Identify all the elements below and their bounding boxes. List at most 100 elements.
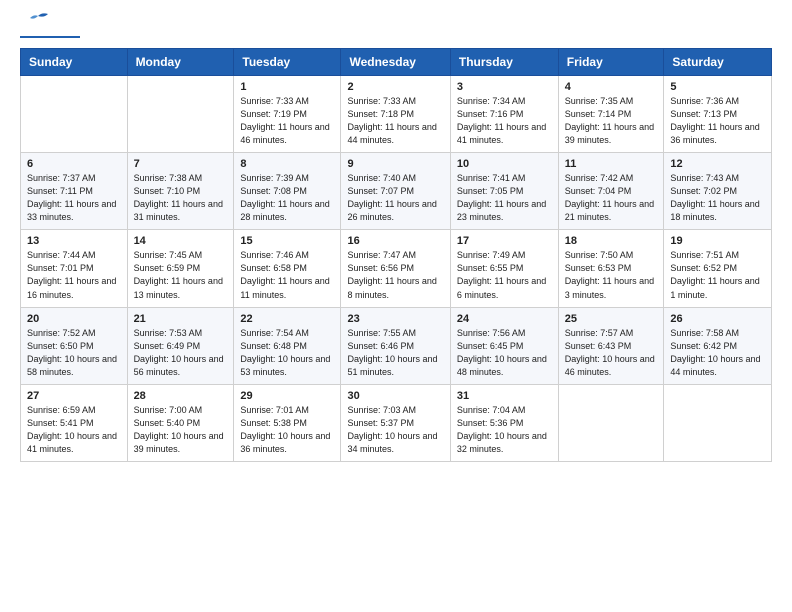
calendar-cell [558,384,664,461]
weekday-header: Saturday [664,49,772,76]
day-number: 8 [240,158,334,170]
day-info: Sunrise: 7:36 AMSunset: 7:13 PMDaylight:… [670,95,765,147]
day-info: Sunrise: 7:46 AMSunset: 6:58 PMDaylight:… [240,249,334,301]
day-info: Sunrise: 7:03 AMSunset: 5:37 PMDaylight:… [347,404,443,456]
calendar-week-row: 20 Sunrise: 7:52 AMSunset: 6:50 PMDayligh… [21,307,772,384]
weekday-header: Tuesday [234,49,341,76]
day-number: 11 [565,158,658,170]
calendar-cell [21,76,128,153]
day-number: 19 [670,235,765,247]
day-info: Sunrise: 7:04 AMSunset: 5:36 PMDaylight:… [457,404,552,456]
weekday-header: Wednesday [341,49,450,76]
calendar-cell: 4 Sunrise: 7:35 AMSunset: 7:14 PMDaylight… [558,76,664,153]
calendar-week-row: 13 Sunrise: 7:44 AMSunset: 7:01 PMDayligh… [21,230,772,307]
day-number: 1 [240,81,334,93]
day-number: 15 [240,235,334,247]
day-info: Sunrise: 7:58 AMSunset: 6:42 PMDaylight:… [670,327,765,379]
calendar-cell: 6Sunrise: 7:37 AMSunset: 7:11 PMDaylight… [21,153,128,230]
weekday-header: Monday [127,49,234,76]
calendar-cell: 10 Sunrise: 7:41 AMSunset: 7:05 PMDayligh… [450,153,558,230]
day-number: 6 [27,158,121,170]
calendar-cell: 17 Sunrise: 7:49 AMSunset: 6:55 PMDayligh… [450,230,558,307]
calendar-cell: 22 Sunrise: 7:54 AMSunset: 6:48 PMDayligh… [234,307,341,384]
calendar-cell: 24Sunrise: 7:56 AMSunset: 6:45 PMDayligh… [450,307,558,384]
calendar-cell: 30 Sunrise: 7:03 AMSunset: 5:37 PMDayligh… [341,384,450,461]
day-info: Sunrise: 7:52 AMSunset: 6:50 PMDaylight:… [27,327,121,379]
calendar-cell: 13 Sunrise: 7:44 AMSunset: 7:01 PMDayligh… [21,230,128,307]
day-info: Sunrise: 7:45 AMSunset: 6:59 PMDaylight:… [134,249,228,301]
day-info: Sunrise: 7:49 AMSunset: 6:55 PMDaylight:… [457,249,552,301]
calendar-cell: 3 Sunrise: 7:34 AMSunset: 7:16 PMDaylight… [450,76,558,153]
day-info: Sunrise: 7:42 AMSunset: 7:04 PMDaylight:… [565,172,658,224]
calendar-cell: 26Sunrise: 7:58 AMSunset: 6:42 PMDayligh… [664,307,772,384]
day-info: Sunrise: 7:33 AMSunset: 7:19 PMDaylight:… [240,95,334,147]
calendar-header-row: SundayMondayTuesdayWednesdayThursdayFrid… [21,49,772,76]
calendar-cell: 12 Sunrise: 7:43 AMSunset: 7:02 PMDayligh… [664,153,772,230]
day-info: Sunrise: 7:41 AMSunset: 7:05 PMDaylight:… [457,172,552,224]
calendar-cell: 25 Sunrise: 7:57 AMSunset: 6:43 PMDayligh… [558,307,664,384]
day-number: 3 [457,81,552,93]
day-number: 20 [27,313,121,325]
logo-underline [20,36,80,38]
day-number: 27 [27,390,121,402]
weekday-header: Friday [558,49,664,76]
calendar-cell: 18 Sunrise: 7:50 AMSunset: 6:53 PMDayligh… [558,230,664,307]
day-number: 12 [670,158,765,170]
day-info: Sunrise: 7:54 AMSunset: 6:48 PMDaylight:… [240,327,334,379]
day-info: Sunrise: 7:01 AMSunset: 5:38 PMDaylight:… [240,404,334,456]
day-number: 18 [565,235,658,247]
day-info: Sunrise: 7:34 AMSunset: 7:16 PMDaylight:… [457,95,552,147]
day-number: 31 [457,390,552,402]
weekday-header: Sunday [21,49,128,76]
day-number: 9 [347,158,443,170]
day-info: Sunrise: 7:51 AMSunset: 6:52 PMDaylight:… [670,249,765,301]
calendar-cell: 5 Sunrise: 7:36 AMSunset: 7:13 PMDaylight… [664,76,772,153]
day-number: 28 [134,390,228,402]
header [20,16,772,38]
day-number: 7 [134,158,228,170]
calendar-cell: 27 Sunrise: 6:59 AMSunset: 5:41 PMDayligh… [21,384,128,461]
day-info: Sunrise: 7:38 AMSunset: 7:10 PMDaylight:… [134,172,228,224]
day-number: 17 [457,235,552,247]
day-number: 25 [565,313,658,325]
calendar-cell: 2 Sunrise: 7:33 AMSunset: 7:18 PMDaylight… [341,76,450,153]
day-number: 29 [240,390,334,402]
calendar-cell: 7 Sunrise: 7:38 AMSunset: 7:10 PMDaylight… [127,153,234,230]
day-info: Sunrise: 7:57 AMSunset: 6:43 PMDaylight:… [565,327,658,379]
calendar-cell: 15 Sunrise: 7:46 AMSunset: 6:58 PMDayligh… [234,230,341,307]
logo-icon [24,12,52,34]
calendar-week-row: 27 Sunrise: 6:59 AMSunset: 5:41 PMDayligh… [21,384,772,461]
day-number: 30 [347,390,443,402]
calendar-cell: 9 Sunrise: 7:40 AMSunset: 7:07 PMDaylight… [341,153,450,230]
day-info: Sunrise: 7:00 AMSunset: 5:40 PMDaylight:… [134,404,228,456]
logo [20,16,80,38]
calendar-table: SundayMondayTuesdayWednesdayThursdayFrid… [20,48,772,462]
day-info: Sunrise: 6:59 AMSunset: 5:41 PMDaylight:… [27,404,121,456]
page: SundayMondayTuesdayWednesdayThursdayFrid… [0,0,792,478]
calendar-cell: 11 Sunrise: 7:42 AMSunset: 7:04 PMDayligh… [558,153,664,230]
day-number: 22 [240,313,334,325]
day-info: Sunrise: 7:50 AMSunset: 6:53 PMDaylight:… [565,249,658,301]
day-number: 21 [134,313,228,325]
day-info: Sunrise: 7:35 AMSunset: 7:14 PMDaylight:… [565,95,658,147]
calendar-cell: 29 Sunrise: 7:01 AMSunset: 5:38 PMDayligh… [234,384,341,461]
day-info: Sunrise: 7:44 AMSunset: 7:01 PMDaylight:… [27,249,121,301]
calendar-cell: 23Sunrise: 7:55 AMSunset: 6:46 PMDayligh… [341,307,450,384]
day-number: 5 [670,81,765,93]
day-info: Sunrise: 7:33 AMSunset: 7:18 PMDaylight:… [347,95,443,147]
day-number: 4 [565,81,658,93]
day-number: 16 [347,235,443,247]
day-info: Sunrise: 7:40 AMSunset: 7:07 PMDaylight:… [347,172,443,224]
day-number: 13 [27,235,121,247]
weekday-header: Thursday [450,49,558,76]
calendar-cell: 20 Sunrise: 7:52 AMSunset: 6:50 PMDayligh… [21,307,128,384]
calendar-week-row: 6Sunrise: 7:37 AMSunset: 7:11 PMDaylight… [21,153,772,230]
day-info: Sunrise: 7:43 AMSunset: 7:02 PMDaylight:… [670,172,765,224]
day-number: 2 [347,81,443,93]
calendar-cell: 14 Sunrise: 7:45 AMSunset: 6:59 PMDayligh… [127,230,234,307]
calendar-cell: 16Sunrise: 7:47 AMSunset: 6:56 PMDayligh… [341,230,450,307]
calendar-cell: 28 Sunrise: 7:00 AMSunset: 5:40 PMDayligh… [127,384,234,461]
day-number: 10 [457,158,552,170]
day-number: 14 [134,235,228,247]
day-info: Sunrise: 7:53 AMSunset: 6:49 PMDaylight:… [134,327,228,379]
